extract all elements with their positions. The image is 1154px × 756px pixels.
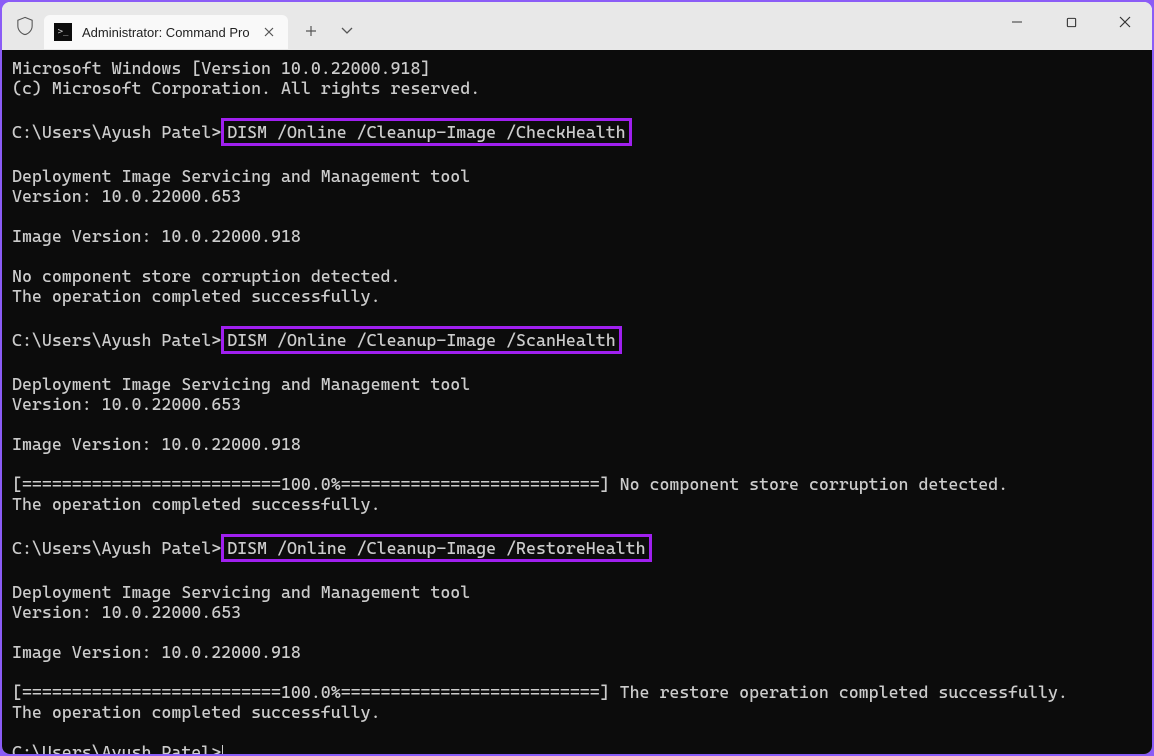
image-version: Image Version: 10.0.22000.918 <box>12 434 301 454</box>
prompt: C:\Users\Ayush Patel> <box>12 330 221 350</box>
os-header: Microsoft Windows [Version 10.0.22000.91… <box>12 58 430 78</box>
active-tab[interactable]: >_ Administrator: Command Pro <box>44 15 288 49</box>
maximize-button[interactable] <box>1044 2 1098 42</box>
image-version: Image Version: 10.0.22000.918 <box>12 642 301 662</box>
result-text: The operation completed successfully. <box>12 702 381 722</box>
tool-version: Version: 10.0.22000.653 <box>12 602 241 622</box>
result-text: The operation completed successfully. <box>12 286 381 306</box>
shield-icon <box>16 16 34 36</box>
command-checkhealth: DISM /Online /Cleanup-Image /CheckHealth <box>221 118 631 146</box>
tool-version: Version: 10.0.22000.653 <box>12 186 241 206</box>
progress-bar: [==========================100.0%=======… <box>12 682 1068 702</box>
command-scanhealth: DISM /Online /Cleanup-Image /ScanHealth <box>221 326 621 354</box>
progress-bar: [==========================100.0%=======… <box>12 474 1008 494</box>
prompt: C:\Users\Ayush Patel> <box>12 742 221 754</box>
titlebar: >_ Administrator: Command Pro <box>2 2 1152 50</box>
tool-name: Deployment Image Servicing and Managemen… <box>12 374 470 394</box>
minimize-button[interactable] <box>990 2 1044 42</box>
tool-name: Deployment Image Servicing and Managemen… <box>12 166 470 186</box>
result-text: No component store corruption detected. <box>12 266 400 286</box>
copyright: (c) Microsoft Corporation. All rights re… <box>12 78 480 98</box>
command-restorehealth: DISM /Online /Cleanup-Image /RestoreHeal… <box>221 534 651 562</box>
window-controls <box>990 2 1152 50</box>
tab-dropdown-button[interactable] <box>332 16 362 46</box>
close-tab-button[interactable] <box>260 23 278 41</box>
new-tab-button[interactable] <box>296 16 326 46</box>
prompt: C:\Users\Ayush Patel> <box>12 538 221 558</box>
terminal-window: >_ Administrator: Command Pro Microsoft … <box>2 2 1152 754</box>
image-version: Image Version: 10.0.22000.918 <box>12 226 301 246</box>
result-text: The operation completed successfully. <box>12 494 381 514</box>
tool-version: Version: 10.0.22000.653 <box>12 394 241 414</box>
prompt: C:\Users\Ayush Patel> <box>12 122 221 142</box>
text-cursor <box>222 745 223 754</box>
cmd-icon: >_ <box>54 23 72 41</box>
tab-title: Administrator: Command Pro <box>82 25 250 40</box>
close-window-button[interactable] <box>1098 2 1152 42</box>
tool-name: Deployment Image Servicing and Managemen… <box>12 582 470 602</box>
terminal-output[interactable]: Microsoft Windows [Version 10.0.22000.91… <box>2 50 1152 754</box>
